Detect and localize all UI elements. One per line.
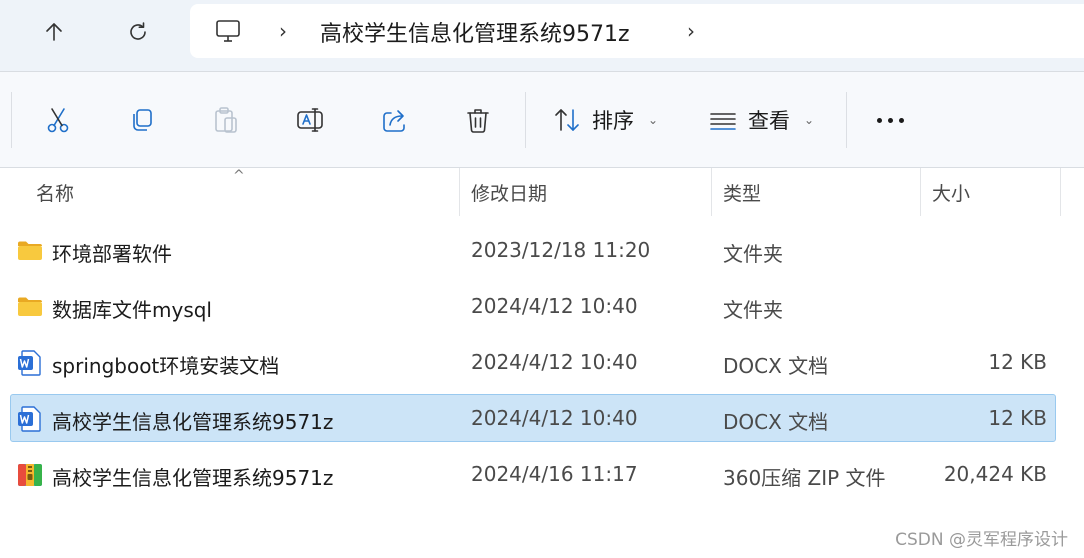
file-size: 20,424 KB bbox=[943, 462, 1047, 486]
file-date: 2024/4/12 10:40 bbox=[471, 294, 638, 318]
column-header-name[interactable]: 名称 bbox=[24, 168, 458, 216]
file-row[interactable]: 环境部署软件 2023/12/18 11:20 文件夹 bbox=[10, 226, 1056, 274]
view-dropdown[interactable]: 查看 ⌄ bbox=[708, 98, 814, 142]
file-type: DOCX 文档 bbox=[723, 410, 829, 434]
breadcrumb-separator-trailing[interactable]: › bbox=[680, 19, 702, 43]
toolbar-separator bbox=[846, 92, 847, 148]
delete-button[interactable] bbox=[458, 100, 498, 140]
file-size: 12 KB bbox=[988, 406, 1047, 430]
word-doc-icon bbox=[18, 350, 41, 376]
file-type: DOCX 文档 bbox=[723, 354, 829, 378]
file-date: 2024/4/12 10:40 bbox=[471, 350, 638, 374]
view-list-icon bbox=[710, 113, 736, 130]
toolbar-separator bbox=[525, 92, 526, 148]
file-row-selected[interactable]: 高校学生信息化管理系统9571z 2024/4/12 10:40 DOCX 文档… bbox=[10, 394, 1056, 442]
watermark: CSDN @灵军程序设计 bbox=[895, 530, 1068, 550]
file-row[interactable]: 高校学生信息化管理系统9571z 2024/4/16 11:17 360压缩 Z… bbox=[10, 450, 1056, 498]
column-resize-handle[interactable] bbox=[1060, 168, 1061, 216]
file-date: 2024/4/12 10:40 bbox=[471, 406, 638, 430]
breadcrumb[interactable]: › 高校学生信息化管理系统9571z › bbox=[190, 4, 1084, 58]
refresh-button[interactable] bbox=[116, 10, 160, 54]
file-size: 12 KB bbox=[988, 350, 1047, 374]
more-options-button[interactable] bbox=[870, 106, 910, 134]
file-name: 高校学生信息化管理系统9571z bbox=[52, 410, 334, 434]
column-headers: ^ 名称 修改日期 类型 大小 bbox=[0, 168, 1084, 216]
file-date: 2023/12/18 11:20 bbox=[471, 238, 651, 262]
file-name: 高校学生信息化管理系统9571z bbox=[52, 466, 334, 490]
toolbar-edge bbox=[11, 92, 12, 148]
cut-button[interactable] bbox=[38, 100, 78, 140]
command-bar: 排序 ⌄ 查看 ⌄ bbox=[0, 72, 1084, 168]
share-icon bbox=[383, 110, 405, 132]
view-label: 查看 bbox=[748, 109, 790, 133]
this-pc-icon[interactable] bbox=[214, 17, 242, 45]
file-name: 环境部署软件 bbox=[52, 242, 172, 266]
file-date: 2024/4/16 11:17 bbox=[471, 462, 638, 486]
sort-icon bbox=[555, 109, 579, 131]
rename-button[interactable] bbox=[290, 100, 330, 140]
column-header-date[interactable]: 修改日期 bbox=[459, 168, 710, 216]
file-name: springboot环境安装文档 bbox=[52, 354, 280, 378]
ellipsis-icon bbox=[887, 117, 893, 123]
file-type: 360压缩 ZIP 文件 bbox=[723, 466, 886, 490]
sort-label: 排序 bbox=[592, 109, 634, 133]
paste-icon bbox=[215, 107, 237, 133]
word-doc-icon bbox=[18, 406, 41, 432]
refresh-icon bbox=[130, 22, 146, 40]
copy-icon bbox=[133, 109, 152, 131]
scissors-icon bbox=[47, 108, 69, 133]
column-header-date-label: 修改日期 bbox=[471, 182, 548, 205]
file-row[interactable]: 数据库文件mysql 2024/4/12 10:40 文件夹 bbox=[10, 282, 1056, 330]
ellipsis-icon bbox=[876, 117, 882, 123]
column-header-size[interactable]: 大小 bbox=[920, 168, 1060, 216]
folder-icon bbox=[18, 297, 42, 316]
arrow-up-icon bbox=[46, 23, 62, 41]
sort-dropdown[interactable]: 排序 ⌄ bbox=[552, 98, 658, 142]
folder-icon bbox=[18, 241, 42, 260]
file-name: 数据库文件mysql bbox=[52, 298, 212, 322]
column-header-size-label: 大小 bbox=[932, 182, 971, 205]
breadcrumb-separator[interactable]: › bbox=[272, 19, 294, 43]
chevron-down-icon: ⌄ bbox=[648, 113, 659, 127]
column-header-type-label: 类型 bbox=[723, 182, 762, 205]
chevron-down-icon: ⌄ bbox=[804, 113, 815, 127]
ellipsis-icon bbox=[898, 117, 904, 123]
paste-button[interactable] bbox=[206, 100, 246, 140]
zip-archive-icon bbox=[18, 464, 42, 486]
trash-icon bbox=[467, 109, 489, 133]
share-button[interactable] bbox=[374, 100, 414, 140]
file-row[interactable]: springboot环境安装文档 2024/4/12 10:40 DOCX 文档… bbox=[10, 338, 1056, 386]
rename-icon bbox=[297, 108, 323, 132]
address-bar: › 高校学生信息化管理系统9571z › bbox=[0, 0, 1084, 72]
column-header-type[interactable]: 类型 bbox=[711, 168, 919, 216]
file-type: 文件夹 bbox=[723, 242, 783, 266]
column-header-name-label: 名称 bbox=[36, 182, 75, 205]
up-button[interactable] bbox=[32, 10, 76, 54]
breadcrumb-current-folder[interactable]: 高校学生信息化管理系统9571z bbox=[320, 16, 630, 48]
copy-button[interactable] bbox=[122, 100, 162, 140]
file-type: 文件夹 bbox=[723, 298, 783, 322]
